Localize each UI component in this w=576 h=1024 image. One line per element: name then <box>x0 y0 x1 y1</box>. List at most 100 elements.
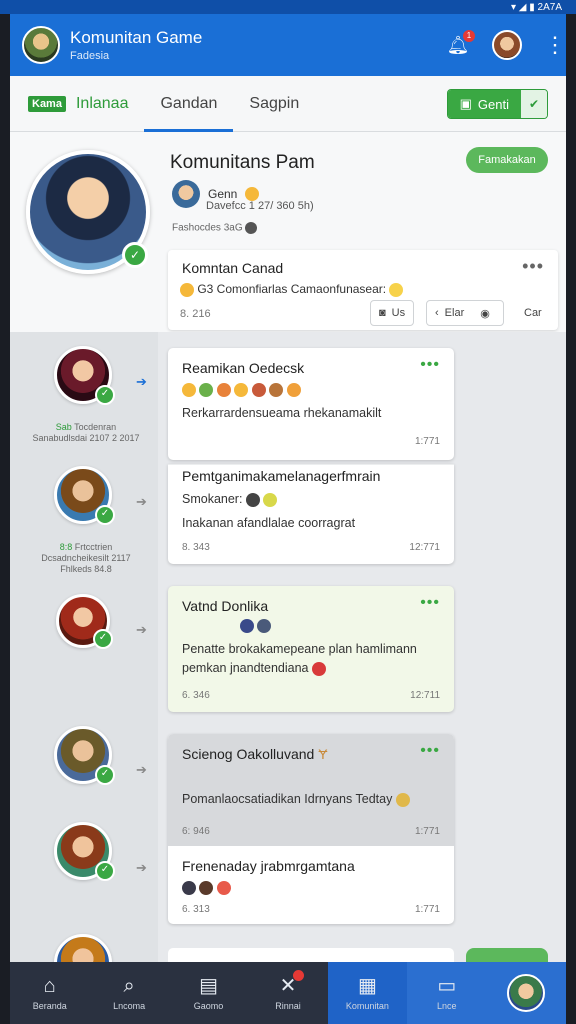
join-label: Genti <box>477 96 509 112</box>
notification-badge: 1 <box>463 30 475 42</box>
emoji-icon <box>251 382 266 397</box>
join-button[interactable]: ▣ Genti ✔ <box>446 89 548 119</box>
reactions-row <box>182 880 231 895</box>
emoji-icon <box>216 880 231 895</box>
member-label-tag: 8:8 <box>59 542 73 552</box>
smile-icon <box>389 282 404 297</box>
heart-icon <box>311 661 326 676</box>
join-main[interactable]: ▣ Genti <box>447 90 521 118</box>
ctrl-elar-label: Elar <box>444 307 465 319</box>
emoji-icon <box>180 282 194 297</box>
avatar-icon <box>245 222 258 234</box>
post-time: 1:771 <box>414 904 440 915</box>
post-card[interactable]: Reamikan Oedecsk ••• Rerkarrardensueama … <box>168 348 454 460</box>
post-text: Penatte brokakamepeane plan hamlimann <box>182 642 417 656</box>
nav-tools[interactable]: ✕ Rinnai <box>248 962 327 1024</box>
user-avatar[interactable] <box>492 30 522 60</box>
intro-card[interactable]: Komntan Canad ••• G3 Comonfiarlas Camaon… <box>168 250 558 330</box>
emoji-icon <box>182 880 196 895</box>
nav-label: Rinnai <box>275 1000 301 1011</box>
nav-profile[interactable] <box>486 962 566 1024</box>
intro-body: G3 Comonfiarlas Camaonfunasear: <box>180 282 404 297</box>
post-count: 6. 313 <box>182 904 210 915</box>
emoji-icon <box>199 382 214 397</box>
nav-search[interactable]: ⌕ Lncoma <box>89 962 168 1024</box>
post-card[interactable]: Vatnd Donlika ••• Penatte brokakamepeane… <box>168 586 454 712</box>
nav-home[interactable]: ⌂ Beranda <box>10 962 89 1024</box>
post-count: 8. 343 <box>182 542 210 553</box>
kebab-icon[interactable]: ⋮ <box>544 34 566 56</box>
follow-button[interactable]: Famakakan <box>466 147 548 173</box>
post-title: Vatnd Donlika <box>182 598 269 614</box>
arrow-right-icon[interactable]: ➔ <box>136 762 147 778</box>
nav-badge <box>292 970 304 981</box>
member-avatar[interactable]: ✓ <box>54 822 115 881</box>
arrow-right-icon[interactable]: ➔ <box>136 494 147 510</box>
member-label: 8:8 Frtcctrien Dcsadncheikesilt 2117 Fhl… <box>16 542 156 575</box>
calendar-icon: ▤ <box>199 974 218 997</box>
tab-gandan[interactable]: Gandan <box>144 76 234 132</box>
verified-icon: ✓ <box>122 242 148 268</box>
profile-footer: Fashocdes 3aG <box>172 222 258 234</box>
tab-badge: Kama <box>28 95 66 112</box>
divider <box>168 464 454 465</box>
post-time: 12:771 <box>409 542 440 553</box>
member-avatar[interactable]: ✓ <box>54 466 115 525</box>
nav-label: Gaomo <box>193 1000 224 1011</box>
camera-icon: ◙ <box>379 307 386 319</box>
post-card[interactable]: Scienog Oakolluvand Ɏ ••• Pomanlaocsatia… <box>168 734 454 924</box>
next-card-peek <box>168 948 454 962</box>
post-time: 1:771 <box>414 436 440 447</box>
member-avatar[interactable]: ✓ <box>54 346 115 405</box>
emoji-icon <box>234 382 249 397</box>
arrow-right-icon[interactable]: ➔ <box>136 374 147 390</box>
post-text: Pomanlaocsatiadikan Idrnyans Tedtay <box>182 792 410 807</box>
member-label-date: Sanabudlsdai 2107 2 2017 <box>32 433 140 443</box>
post-count: 6: 946 <box>182 826 210 837</box>
verified-icon: ✓ <box>95 765 115 785</box>
member-label-extra: Fhlkeds 84.8 <box>60 564 112 574</box>
chevron-down-icon[interactable]: ✔ <box>521 90 547 118</box>
community-avatar[interactable]: ✓ <box>26 150 150 274</box>
emoji-icon <box>199 880 214 895</box>
status-indicators: ▾ ◢ ▮ 2A7A <box>510 1 562 13</box>
emoji-icon <box>263 492 278 507</box>
notifications-button[interactable]: 🔔︎ 1 <box>446 30 475 57</box>
ctrl-car-button[interactable]: Car <box>516 300 550 326</box>
figure-icons <box>240 618 272 633</box>
member-avatar[interactable]: ✓ <box>54 726 115 785</box>
nav-label: Lncoma <box>113 1000 146 1011</box>
member-avatar[interactable]: ✓ <box>56 594 113 649</box>
post-card[interactable]: Pemtganimakamelanagerfmrain Smokaner: In… <box>168 464 454 564</box>
member-label: Sab Tocdenran Sanabudlsdai 2107 2 2017 <box>16 422 156 444</box>
author-name: Genn <box>208 187 238 201</box>
back-icon: ‹ <box>435 307 439 319</box>
nav-briefcase[interactable]: ▭ Lnce <box>407 962 487 1024</box>
intro-count: 8. 216 <box>180 308 211 320</box>
arrow-right-icon[interactable]: ➔ <box>136 860 147 876</box>
more-icon[interactable]: ••• <box>420 742 440 760</box>
arrow-right-icon[interactable]: ➔ <box>136 622 147 638</box>
intro-body-text: G3 Comonfiarlas Camaonfunasear: <box>197 282 387 296</box>
more-icon[interactable]: ••• <box>420 356 440 374</box>
tab-inlanaa[interactable]: Inlanaa <box>74 76 145 132</box>
profile-header: ✓ Komunitans Pam Famakakan Genn Davefcc … <box>10 132 566 332</box>
verified-icon: ✓ <box>95 385 115 405</box>
next-card-button-peek <box>466 948 548 962</box>
emoji-icon <box>286 382 301 397</box>
ctrl-elar-button[interactable]: ‹ Elar ◉ <box>426 300 504 326</box>
tab-sagpin[interactable]: Sagpin <box>233 76 315 132</box>
figure-icon <box>257 618 272 633</box>
app-logo <box>22 26 60 64</box>
post-count: 6. 346 <box>182 690 210 701</box>
pin-icon: Ɏ <box>318 746 328 762</box>
bottom-nav: ⌂ Beranda ⌕ Lncoma ▤ Gaomo ✕ Rinnai ▦ Ko… <box>10 962 566 1024</box>
search-icon: ⌕ <box>123 974 135 997</box>
more-icon[interactable]: ••• <box>420 594 440 612</box>
nav-community[interactable]: ▦ Komunitan <box>327 962 408 1024</box>
member-label-date: Dcsadncheikesilt 2117 <box>41 553 131 563</box>
nav-calendar[interactable]: ▤ Gaomo <box>169 962 248 1024</box>
ctrl-us-button[interactable]: ◙ Us <box>370 300 415 326</box>
more-icon[interactable]: ••• <box>522 256 544 277</box>
author-avatar[interactable] <box>172 180 200 208</box>
